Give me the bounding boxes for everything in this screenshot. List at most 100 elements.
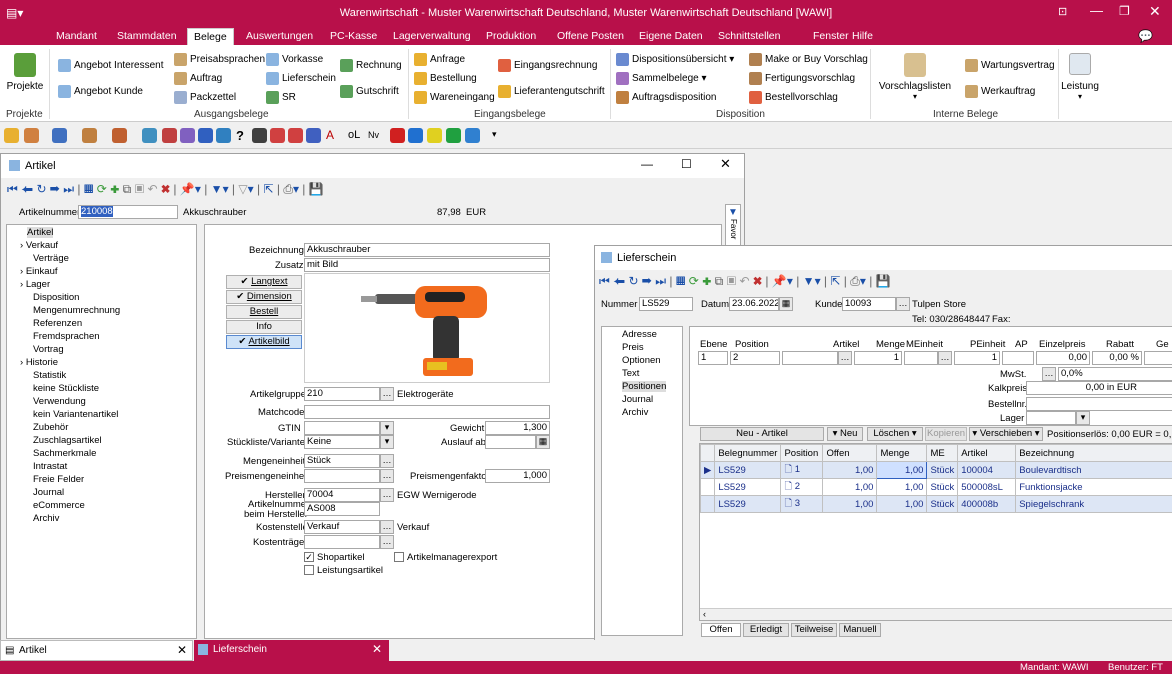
tree-item-zubehoer[interactable]: Zubehör xyxy=(7,422,196,435)
screen-icon[interactable] xyxy=(198,128,213,143)
window-tab-artikel[interactable]: ▤ Artikel ✕ xyxy=(0,640,193,661)
kostentraeger-field[interactable] xyxy=(304,535,380,549)
grid-col-bezeichnung[interactable]: Bezeichnung xyxy=(1015,444,1172,462)
neu-artikel-button[interactable]: Neu - Artikel xyxy=(700,427,824,441)
preismengenfaktor-field[interactable]: 1,000 xyxy=(485,469,550,483)
print-icon[interactable]: ⎙ xyxy=(850,274,860,288)
tree-item-lager[interactable]: Lager xyxy=(26,279,50,290)
angebot-interessent-button[interactable]: Angebot Interessent xyxy=(58,59,164,72)
grid-col-menge[interactable]: Menge xyxy=(876,444,928,462)
tree-item-statistik[interactable]: Statistik xyxy=(7,370,196,383)
undo-icon[interactable]: ↶ xyxy=(740,274,750,288)
tree-item-sachmerkmale[interactable]: Sachmerkmale xyxy=(7,448,196,461)
table-view-icon[interactable]: ▦ xyxy=(84,182,94,196)
next-record-icon[interactable]: ➡ xyxy=(50,182,60,196)
favoriten-sidebar[interactable]: ▼ Favor xyxy=(725,204,741,246)
stueckliste-select[interactable]: Keine xyxy=(304,435,380,449)
bestellvorschlag-button[interactable]: Bestellvorschlag xyxy=(749,91,838,104)
stueckliste-dropdown-icon[interactable]: ▾ xyxy=(380,435,394,449)
hersteller-field[interactable]: 70004 xyxy=(304,488,380,502)
grid-col-offen[interactable]: Offen xyxy=(822,444,878,462)
ls-tree-positionen[interactable]: Positionen xyxy=(622,381,667,392)
users-icon[interactable] xyxy=(112,128,127,143)
tab-pc-kasse[interactable]: PC-Kasse xyxy=(330,30,377,42)
tab-lagerverwaltung[interactable]: Lagerverwaltung xyxy=(393,30,471,42)
filter-icon[interactable]: ▼ xyxy=(211,182,223,196)
maximize-button[interactable]: ❐ xyxy=(1119,4,1130,18)
tree-item-artikel[interactable]: Artikel xyxy=(27,227,54,238)
dispositionsuebersicht-button[interactable]: Dispositionsübersicht ▾ xyxy=(616,53,734,66)
artikel-tab-close-icon[interactable]: ✕ xyxy=(177,643,187,657)
refresh-icon[interactable]: ↻ xyxy=(629,274,639,288)
angebot-kunde-button[interactable]: Angebot Kunde xyxy=(58,85,143,98)
refresh-icon[interactable]: ↻ xyxy=(37,182,47,196)
reload-icon[interactable]: ⟳ xyxy=(689,274,699,288)
loeschen-button[interactable]: Löschen ▾ xyxy=(867,427,923,441)
bestellung-button[interactable]: Bestellung xyxy=(414,72,477,85)
kopieren-button[interactable]: Kopieren xyxy=(925,427,967,441)
artikel-close-button[interactable]: ✕ xyxy=(720,156,731,172)
grid-col-artikel[interactable]: Artikel xyxy=(957,444,1017,462)
vorschlagslisten-button[interactable]: Vorschlagslisten ▾ xyxy=(876,53,954,101)
langtext-button[interactable]: ✔ Langtext xyxy=(226,275,302,289)
mengeneinheit-field[interactable]: Stück xyxy=(304,454,380,468)
plane-icon[interactable] xyxy=(142,128,157,143)
rabatt-field[interactable]: 0,00 % xyxy=(1092,351,1142,365)
calendar-icon[interactable]: ▦ xyxy=(536,435,550,449)
leistung-button[interactable]: Leistung ▾ xyxy=(1060,53,1100,101)
shopartikel-checkbox[interactable]: ✓ Shopartikel xyxy=(304,552,365,563)
close-button[interactable]: ✕ xyxy=(1149,3,1161,20)
nv-icon[interactable]: Nv xyxy=(368,130,379,140)
minimize-button[interactable]: — xyxy=(1090,3,1103,18)
tree-item-historie[interactable]: Historie xyxy=(26,357,58,368)
pin-icon[interactable]: 📌 xyxy=(180,182,195,196)
tree-item-fremdsprachen[interactable]: Fremdsprachen xyxy=(7,331,196,344)
phone-yellow-icon[interactable] xyxy=(427,128,442,143)
filter-tab-manuell[interactable]: Manuell xyxy=(839,623,881,637)
eingangsrechnung-button[interactable]: Eingangsrechnung xyxy=(498,59,597,72)
export-icon[interactable]: ⇱ xyxy=(263,182,273,196)
user-icon[interactable] xyxy=(82,128,97,143)
print-icon[interactable]: ⎙ xyxy=(283,182,293,196)
ap-field[interactable] xyxy=(1002,351,1034,365)
stop-icon[interactable] xyxy=(270,128,285,143)
save-icon[interactable]: ▣ xyxy=(135,182,145,196)
sammelbelege-button[interactable]: Sammelbelege ▾ xyxy=(616,72,707,85)
artikelbild-button[interactable]: ✔ Artikelbild xyxy=(226,335,302,349)
ls-kunde-lookup-button[interactable]: … xyxy=(896,297,910,311)
ls-calendar-icon[interactable]: ▦ xyxy=(779,297,793,311)
artikelgruppe-lookup-button[interactable]: … xyxy=(380,387,394,401)
tree-item-verwendung[interactable]: Verwendung xyxy=(7,396,196,409)
lager-select[interactable] xyxy=(1026,411,1076,425)
text-icon[interactable]: oL xyxy=(348,129,360,141)
tree-item-archiv[interactable]: Archiv xyxy=(7,513,196,526)
tree-item-ecommerce[interactable]: eCommerce xyxy=(7,500,196,513)
artikel-lookup-button[interactable]: … xyxy=(838,351,852,365)
vorkasse-button[interactable]: Vorkasse xyxy=(266,53,323,66)
gutschrift-button[interactable]: Gutschrift xyxy=(340,85,399,98)
tree-item-verkauf[interactable]: Verkauf xyxy=(26,240,58,251)
peinheit-field[interactable]: 1 xyxy=(954,351,1000,365)
verschieben-button[interactable]: ▾ Verschieben ▾ xyxy=(969,427,1043,441)
werkauftrag-button[interactable]: Werkauftrag xyxy=(965,85,1035,98)
disk-icon[interactable]: 💾 xyxy=(309,182,324,196)
record-icon[interactable] xyxy=(288,128,303,143)
meinheit-field[interactable] xyxy=(904,351,938,365)
ls-tree-archiv[interactable]: Archiv xyxy=(602,407,682,420)
prev-record-icon[interactable]: ⬅ xyxy=(21,182,33,196)
hierarchy-icon[interactable] xyxy=(52,128,67,143)
packzettel-button[interactable]: Packzettel xyxy=(174,91,236,104)
toolbar-overflow-icon[interactable]: ▾ xyxy=(492,129,497,140)
tree-item-einkauf[interactable]: Einkauf xyxy=(26,266,58,277)
grid-cell-menge[interactable]: 1,00 xyxy=(876,461,928,479)
auftragsdisposition-button[interactable]: Auftragsdisposition xyxy=(616,91,717,104)
ls-datum-field[interactable]: 23.06.2022 xyxy=(729,297,779,311)
phone-blue-icon[interactable] xyxy=(408,128,423,143)
lieferschein-tab-close-icon[interactable]: ✕ xyxy=(372,642,382,656)
group-icon[interactable] xyxy=(180,128,195,143)
kostenstelle-field[interactable]: Verkauf xyxy=(304,520,380,534)
window-tab-lieferschein[interactable]: Lieferschein ✕ xyxy=(194,640,389,661)
lieferschein-button[interactable]: Lieferschein xyxy=(266,72,336,85)
info-button[interactable]: Info xyxy=(226,320,302,334)
grid-col-position[interactable]: Position xyxy=(780,444,824,462)
